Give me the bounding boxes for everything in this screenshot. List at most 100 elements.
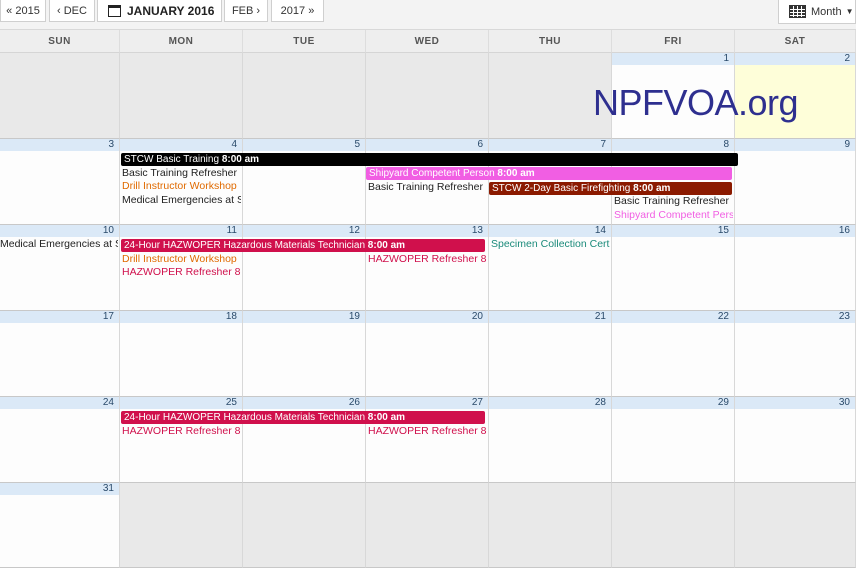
day-number bbox=[612, 483, 734, 495]
day-cell-other-month[interactable] bbox=[735, 483, 856, 568]
day-cell[interactable]: 20 bbox=[366, 311, 489, 397]
event-drill-instructor[interactable]: Drill Instructor Workshop bbox=[122, 253, 241, 266]
day-number bbox=[0, 53, 119, 65]
day-cell[interactable]: 17 bbox=[0, 311, 120, 397]
event-bar-stcw-basic[interactable]: STCW Basic Training 8:00 am bbox=[121, 153, 738, 166]
prev-year-button[interactable]: « 2015 bbox=[0, 0, 46, 22]
weekday-header: TUE bbox=[243, 30, 366, 53]
day-number bbox=[243, 483, 365, 495]
day-cell[interactable]: 27 bbox=[366, 397, 489, 483]
event-shipyard-competent[interactable]: Shipyard Competent Person bbox=[614, 209, 733, 222]
event-hazwoper-refresher[interactable]: HAZWOPER Refresher 8-Hour bbox=[122, 266, 241, 279]
day-number: 28 bbox=[489, 397, 611, 409]
month-title: JANUARY 2016 bbox=[97, 0, 222, 22]
event-specimen-collection[interactable]: Specimen Collection Certification bbox=[491, 238, 610, 251]
day-cell[interactable]: 15 bbox=[612, 225, 735, 311]
day-cell-other-month[interactable] bbox=[120, 53, 243, 139]
event-bar-hazwoper-technician[interactable]: 24-Hour HAZWOPER Hazardous Materials Tec… bbox=[121, 239, 485, 252]
day-number: 11 bbox=[120, 225, 242, 237]
day-cell-other-month[interactable] bbox=[243, 53, 366, 139]
day-number: 19 bbox=[243, 311, 365, 323]
day-number: 31 bbox=[0, 483, 119, 495]
event-basic-refresher[interactable]: Basic Training Refresher bbox=[368, 181, 487, 194]
day-number bbox=[735, 483, 855, 495]
day-cell[interactable]: 31 bbox=[0, 483, 120, 568]
event-time: 8:00 am bbox=[497, 168, 535, 179]
day-cell[interactable]: 18 bbox=[120, 311, 243, 397]
weekday-header: THU bbox=[489, 30, 612, 53]
next-month-button[interactable]: FEB › bbox=[224, 0, 268, 22]
event-time: 8:00 am bbox=[633, 183, 671, 194]
day-cell[interactable]: 21 bbox=[489, 311, 612, 397]
calendar-toolbar: « 2015 ‹ DEC JANUARY 2016 FEB › 2017 » M… bbox=[0, 0, 856, 30]
event-hazwoper-refresher[interactable]: HAZWOPER Refresher 8-Hour bbox=[368, 425, 487, 438]
event-title: Shipyard Competent Person bbox=[369, 168, 495, 179]
event-medical-emergencies[interactable]: Medical Emergencies at Sea bbox=[0, 238, 118, 251]
day-number: 21 bbox=[489, 311, 611, 323]
day-number: 18 bbox=[120, 311, 242, 323]
day-number: 20 bbox=[366, 311, 488, 323]
day-cell[interactable]: 30 bbox=[735, 397, 856, 483]
event-hazwoper-refresher[interactable]: HAZWOPER Refresher 8-Hour bbox=[122, 425, 241, 438]
day-cell[interactable]: 24 bbox=[0, 397, 120, 483]
month-title-text: JANUARY 2016 bbox=[127, 3, 215, 18]
event-title: STCW 2-Day Basic Firefighting bbox=[492, 183, 631, 194]
day-cell-other-month[interactable] bbox=[243, 483, 366, 568]
day-number: 29 bbox=[612, 397, 734, 409]
event-title: 24-Hour HAZWOPER Hazardous Materials Tec… bbox=[124, 240, 366, 251]
event-time: 8:00 am bbox=[221, 154, 260, 165]
day-number: 22 bbox=[612, 311, 734, 323]
event-title: 24-Hour HAZWOPER Hazardous Materials Tec… bbox=[124, 412, 366, 423]
next-year-button[interactable]: 2017 » bbox=[271, 0, 324, 22]
view-selector[interactable]: Month ▼ bbox=[778, 0, 856, 24]
day-cell[interactable]: 5 bbox=[243, 139, 366, 225]
day-cell-other-month[interactable] bbox=[120, 483, 243, 568]
weekday-header: SUN bbox=[0, 30, 120, 53]
day-cell[interactable]: 29 bbox=[612, 397, 735, 483]
event-bar-shipyard[interactable]: Shipyard Competent Person 8:00 am bbox=[366, 167, 732, 180]
day-number: 13 bbox=[366, 225, 488, 237]
site-watermark: NPFVOA.org bbox=[593, 82, 799, 123]
day-number bbox=[120, 53, 242, 65]
day-number: 15 bbox=[612, 225, 734, 237]
day-cell[interactable]: 23 bbox=[735, 311, 856, 397]
day-number: 7 bbox=[489, 139, 611, 151]
day-cell[interactable]: 9 bbox=[735, 139, 856, 225]
day-cell-other-month[interactable] bbox=[489, 483, 612, 568]
event-bar-firefighting[interactable]: STCW 2-Day Basic Firefighting 8:00 am bbox=[489, 182, 732, 195]
day-cell[interactable]: 22 bbox=[612, 311, 735, 397]
day-number: 10 bbox=[0, 225, 119, 237]
event-hazwoper-refresher[interactable]: HAZWOPER Refresher 8-Hour bbox=[368, 253, 487, 266]
day-number: 25 bbox=[120, 397, 242, 409]
day-number: 16 bbox=[735, 225, 855, 237]
day-number: 17 bbox=[0, 311, 119, 323]
day-number: 9 bbox=[735, 139, 855, 151]
day-number: 1 bbox=[612, 53, 734, 65]
day-cell-other-month[interactable] bbox=[0, 53, 120, 139]
day-cell[interactable]: 25 bbox=[120, 397, 243, 483]
day-cell[interactable]: 12 bbox=[243, 225, 366, 311]
view-label: Month bbox=[811, 5, 842, 18]
calendar-icon bbox=[108, 4, 121, 17]
day-cell-other-month[interactable] bbox=[366, 483, 489, 568]
event-medical-emergencies[interactable]: Medical Emergencies at Sea bbox=[122, 194, 241, 207]
weekday-header: WED bbox=[366, 30, 489, 53]
day-number: 8 bbox=[612, 139, 734, 151]
weekday-header: MON bbox=[120, 30, 243, 53]
event-drill-instructor[interactable]: Drill Instructor Workshop bbox=[122, 180, 241, 193]
chevron-down-icon: ▼ bbox=[845, 7, 854, 16]
event-basic-refresher[interactable]: Basic Training Refresher bbox=[614, 195, 733, 208]
day-number: 2 bbox=[735, 53, 855, 65]
day-cell[interactable]: 16 bbox=[735, 225, 856, 311]
day-cell[interactable]: 13 bbox=[366, 225, 489, 311]
day-cell[interactable]: 3 bbox=[0, 139, 120, 225]
day-cell[interactable]: 26 bbox=[243, 397, 366, 483]
event-bar-hazwoper-technician[interactable]: 24-Hour HAZWOPER Hazardous Materials Tec… bbox=[121, 411, 485, 424]
day-cell-other-month[interactable] bbox=[366, 53, 489, 139]
day-cell[interactable]: 19 bbox=[243, 311, 366, 397]
event-basic-refresher[interactable]: Basic Training Refresher bbox=[122, 167, 241, 180]
prev-month-button[interactable]: ‹ DEC bbox=[49, 0, 95, 22]
day-cell-other-month[interactable] bbox=[612, 483, 735, 568]
day-number: 30 bbox=[735, 397, 855, 409]
day-cell[interactable]: 28 bbox=[489, 397, 612, 483]
